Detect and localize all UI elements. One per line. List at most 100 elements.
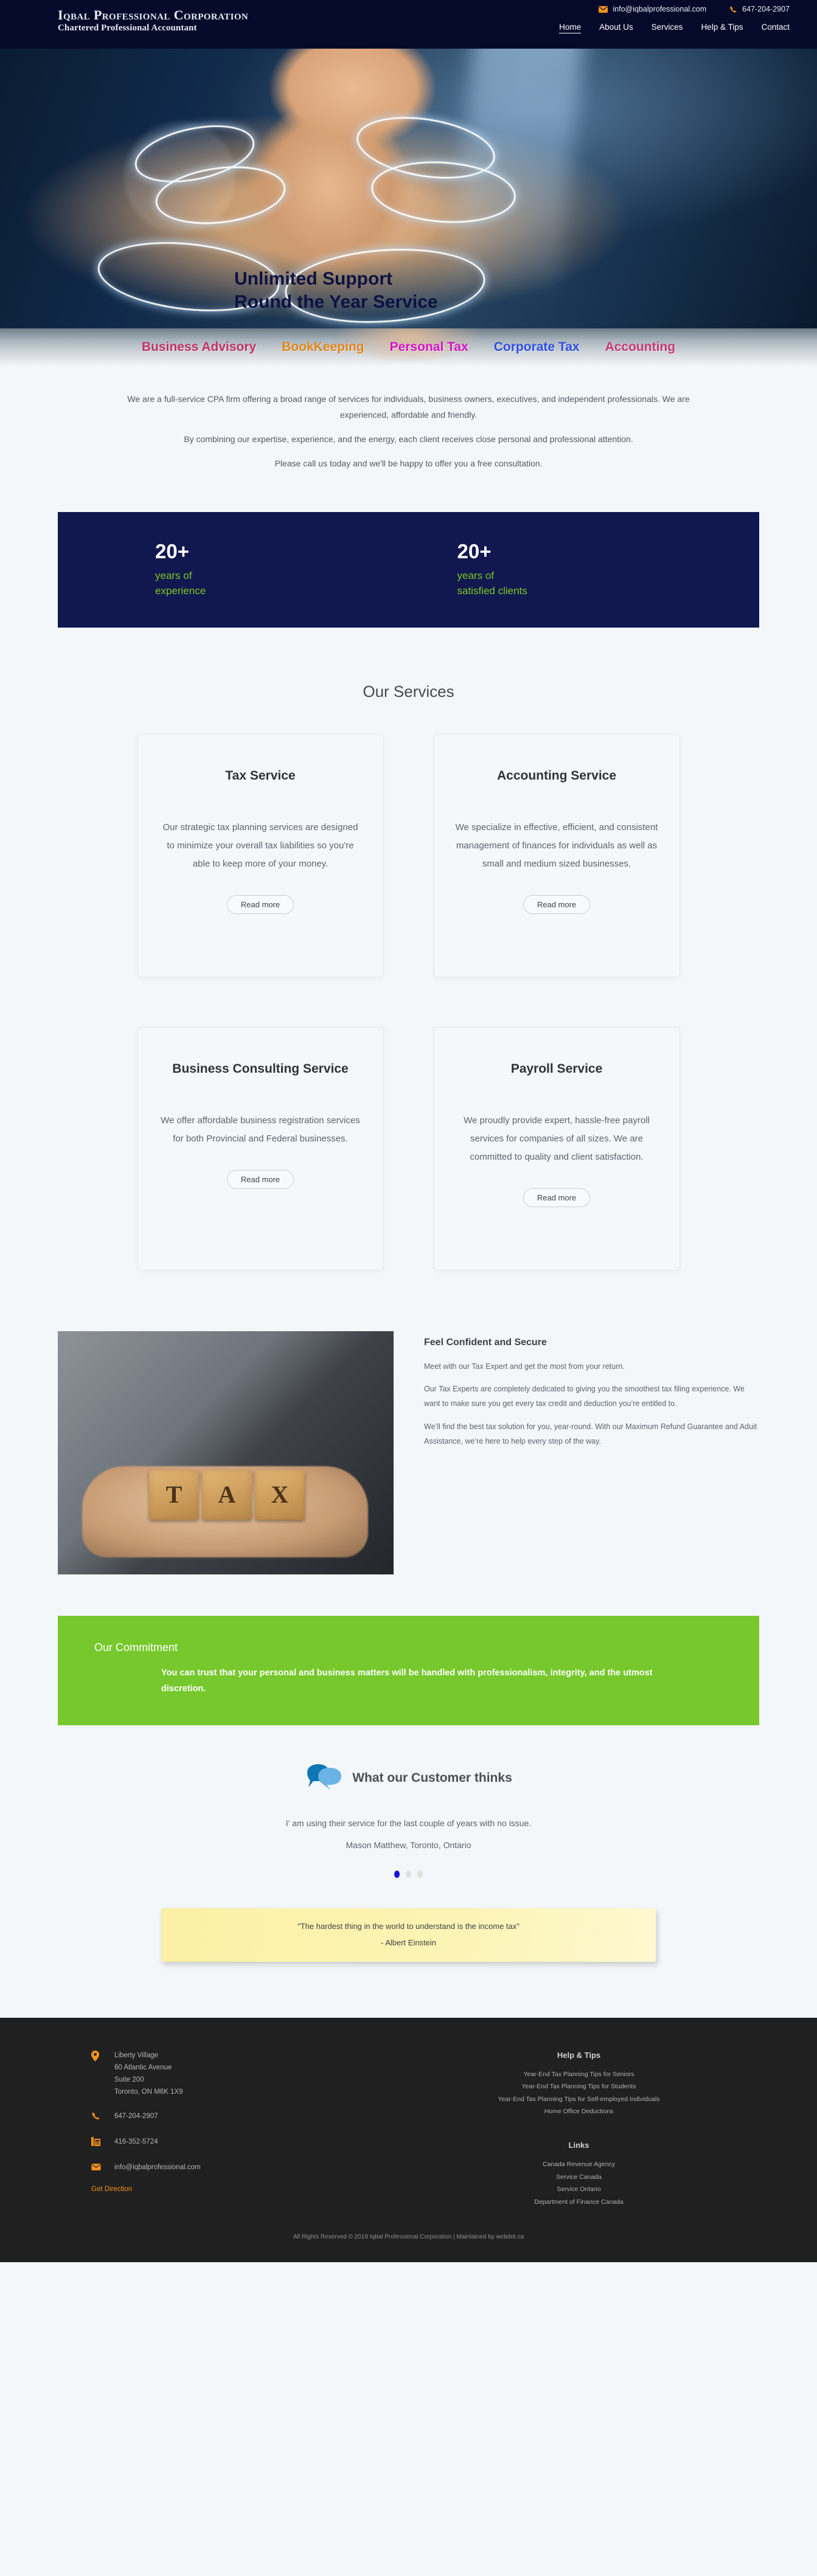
carousel-dot-1[interactable] xyxy=(394,1870,400,1878)
tax-blocks-image: T A X xyxy=(58,1331,394,1574)
footer-external-link[interactable]: Service Ontario xyxy=(432,2183,726,2195)
strip-item-accounting[interactable]: Accounting xyxy=(605,340,676,355)
tax-block-letter: T xyxy=(149,1469,199,1520)
envelope-icon xyxy=(599,5,608,13)
nav-item-services[interactable]: Services xyxy=(652,23,683,33)
service-card-title: Accounting Service xyxy=(496,768,617,783)
nav-item-contact[interactable]: Contact xyxy=(761,23,790,33)
service-card-title: Tax Service xyxy=(225,768,296,783)
footer-fax-row: 416-352-5724 xyxy=(91,2136,432,2149)
read-more-button[interactable]: Read more xyxy=(523,895,591,914)
carousel-dot-3[interactable] xyxy=(417,1870,423,1878)
testimonial-carousel-dots xyxy=(0,1870,817,1878)
testimonial-quote: I' am using their service for the last c… xyxy=(285,1818,532,1828)
header-phone-text: 647-204-2907 xyxy=(742,5,790,13)
stat-clients: 20+ years of satisfied clients xyxy=(457,540,760,599)
main-nav: Home About Us Services Help & Tips Conta… xyxy=(559,23,790,33)
tax-wooden-blocks: T A X xyxy=(149,1469,305,1520)
footer-links-column: Help & Tips Year-End Tax Planning Tips f… xyxy=(432,2049,726,2209)
stats-section: 20+ years of experience 20+ years of sat… xyxy=(0,499,817,628)
footer-phone-row[interactable]: 647-204-2907 xyxy=(91,2110,432,2124)
footer-address-line3: Suite 200 xyxy=(114,2076,144,2083)
copyright-bar: All Rights Reserved © 2019 Iqbal Profess… xyxy=(0,2223,817,2263)
strip-item-bookkeeping[interactable]: BookKeeping xyxy=(282,340,364,355)
footer-phone-text: 647-204-2907 xyxy=(114,2113,158,2121)
phone-icon xyxy=(91,2110,103,2124)
map-pin-icon xyxy=(91,2049,103,2065)
quote-section: "The hardest thing in the world to under… xyxy=(0,1878,817,1962)
feel-confident-paragraph-3: We’ll find the best tax solution for you… xyxy=(424,1422,757,1446)
service-cards-grid: Tax Service Our strategic tax planning s… xyxy=(0,733,817,1270)
footer-contact-column: Liberty Village 60 Atlantic Avenue Suite… xyxy=(91,2049,432,2209)
service-card-body: We offer affordable business registratio… xyxy=(161,1115,360,1144)
brand-logo[interactable]: Iqbal Professional Corporation Chartered… xyxy=(58,8,248,33)
tax-block-letter: A xyxy=(202,1469,252,1520)
hero-banner: Unlimited Support Round the Year Service xyxy=(0,49,817,328)
stat-experience-number: 20+ xyxy=(155,539,189,563)
service-card-title: Business Consulting Service xyxy=(172,1061,349,1076)
brand-title: Iqbal Professional Corporation xyxy=(58,7,249,23)
footer-address-text: Liberty Village 60 Atlantic Avenue Suite… xyxy=(114,2049,183,2099)
intro-section: We are a full-service CPA firm offering … xyxy=(0,366,817,499)
read-more-button[interactable]: Read more xyxy=(226,1169,294,1189)
intro-paragraph-1: We are a full-service CPA firm offering … xyxy=(127,394,690,420)
phone-icon xyxy=(729,5,737,13)
stat-clients-label-line2: satisfied clients xyxy=(457,584,527,597)
feel-confident-paragraph-2: Our Tax Experts are completely dedicated… xyxy=(424,1384,745,1408)
stat-clients-label-line1: years of xyxy=(457,570,494,582)
intro-paragraph-2: By combining our expertise, experience, … xyxy=(184,434,633,444)
footer-help-tips-heading: Help & Tips xyxy=(557,2050,601,2060)
service-card-payroll[interactable]: Payroll Service We proudly provide exper… xyxy=(433,1027,680,1270)
tax-block-letter: X xyxy=(255,1469,305,1520)
footer-help-tip-link[interactable]: Home Office Deductions xyxy=(432,2105,726,2117)
service-card-body: We specialize in effective, efficient, a… xyxy=(455,822,658,869)
stat-experience-label-line2: experience xyxy=(155,584,206,597)
brand-subtitle: Chartered Professional Accountant xyxy=(58,23,197,33)
commitment-section: Our Commitment You can trust that your p… xyxy=(0,1574,817,1725)
feel-confident-section: T A X Feel Confident and Secure Meet wit… xyxy=(0,1270,817,1574)
service-card-tax[interactable]: Tax Service Our strategic tax planning s… xyxy=(137,733,384,977)
service-card-accounting[interactable]: Accounting Service We specialize in effe… xyxy=(433,733,680,977)
footer-external-link[interactable]: Department of Finance Canada xyxy=(432,2196,726,2208)
nav-item-help-tips[interactable]: Help & Tips xyxy=(701,23,743,33)
hero-headline-line1: Unlimited Support xyxy=(234,269,392,289)
footer-email-row[interactable]: info@iqbalprofessional.com xyxy=(91,2161,432,2173)
header-email[interactable]: info@iqbalprofessional.com xyxy=(599,5,706,13)
service-card-body: Our strategic tax planning services are … xyxy=(162,822,358,869)
strip-item-personal-tax[interactable]: Personal Tax xyxy=(390,340,468,355)
testimonial-author: Mason Matthew, Toronto, Ontario xyxy=(346,1840,471,1850)
stat-experience-label-line1: years of xyxy=(155,570,192,582)
nav-item-home[interactable]: Home xyxy=(559,23,582,33)
service-category-strip: Business Advisory BookKeeping Personal T… xyxy=(0,328,817,366)
quote-text: "The hardest thing in the world to under… xyxy=(297,1921,520,1931)
strip-item-corporate-tax[interactable]: Corporate Tax xyxy=(494,340,580,355)
quote-attribution: - Albert Einstein xyxy=(380,1937,437,1947)
service-card-title: Payroll Service xyxy=(510,1061,603,1076)
read-more-button[interactable]: Read more xyxy=(523,1188,591,1207)
header-contact-row: info@iqbalprofessional.com 647-204-2907 xyxy=(559,5,790,13)
footer-help-tip-link[interactable]: Year-End Tax Planning Tips for Students xyxy=(432,2080,726,2093)
site-footer: Liberty Village 60 Atlantic Avenue Suite… xyxy=(0,2017,817,2223)
read-more-button[interactable]: Read more xyxy=(226,895,294,914)
footer-external-link[interactable]: Service Canada xyxy=(432,2171,726,2183)
footer-help-tip-link[interactable]: Year-End Tax Planning Tips for Self-empl… xyxy=(432,2093,726,2105)
footer-external-link[interactable]: Canada Revenue Agency xyxy=(432,2158,726,2170)
nav-item-about-us[interactable]: About Us xyxy=(599,23,633,33)
commitment-body: You can trust that your personal and bus… xyxy=(161,1667,653,1694)
strip-item-business-advisory[interactable]: Business Advisory xyxy=(142,340,256,355)
stat-experience-label: years of experience xyxy=(155,569,457,598)
testimonial-section: What our Customer thinks I' am using the… xyxy=(0,1725,817,1878)
site-header: Iqbal Professional Corporation Chartered… xyxy=(0,0,817,49)
get-direction-link[interactable]: Get Direction xyxy=(91,2186,432,2193)
testimonial-heading: What our Customer thinks xyxy=(352,1771,512,1785)
footer-help-tip-link[interactable]: Year-End Tax Planning Tips for Seniors xyxy=(432,2068,726,2080)
header-phone[interactable]: 647-204-2907 xyxy=(729,5,790,13)
feel-confident-paragraph-1: Meet with our Tax Expert and get the mos… xyxy=(424,1362,625,1371)
carousel-dot-2[interactable] xyxy=(406,1870,411,1878)
stat-clients-label: years of satisfied clients xyxy=(457,569,760,598)
service-card-business-consulting[interactable]: Business Consulting Service We offer aff… xyxy=(137,1027,384,1270)
page-title-our-services: Our Services xyxy=(363,682,454,701)
footer-fax-text: 416-352-5724 xyxy=(114,2138,158,2146)
feel-confident-title: Feel Confident and Secure xyxy=(424,1337,547,1348)
footer-address-row: Liberty Village 60 Atlantic Avenue Suite… xyxy=(91,2049,432,2099)
